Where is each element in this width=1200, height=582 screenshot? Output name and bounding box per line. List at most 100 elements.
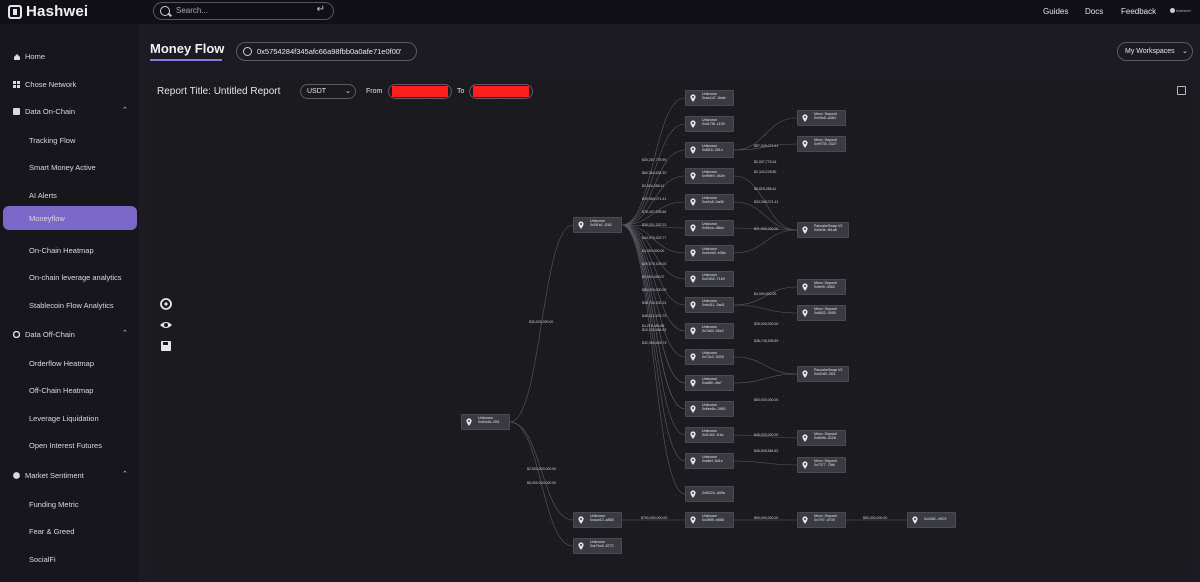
edge-amount-label: $5,825,288.41 [754, 187, 777, 191]
node-address-label: 0xd17f8..c109 [702, 122, 725, 127]
node-address-label: 0x7a04..0be2 [702, 329, 724, 334]
wallet-node[interactable]: Mexc: Deposit 0x7377..78fd [797, 457, 846, 473]
wallet-node[interactable]: Unknown 0x23f32..71b9 [685, 271, 734, 287]
node-address-label: 0x5eca..d8bd [702, 226, 724, 231]
node-address-label: 0xeb4d0..e06e [702, 251, 726, 256]
wallet-pin-icon [690, 146, 696, 154]
wallet-pin-icon [802, 114, 808, 122]
wallet-node[interactable]: 0x4082..49C9 [907, 512, 956, 528]
edge-amount-label: $2,343,228.80 [754, 170, 777, 174]
node-address-label: 0xe2c8..0a06 [702, 200, 724, 205]
edge-amount-label: $10,326,984.93 [642, 328, 667, 332]
node-address-label: 0x4082..49C9 [924, 517, 947, 521]
wallet-node[interactable]: Unknown 0x3f6f9..e868 [685, 512, 734, 528]
wallet-pin-icon [690, 457, 696, 465]
wallet-pin-icon [912, 516, 918, 524]
edge-amount-label: $21,000,000.00 [754, 227, 779, 231]
wallet-node[interactable]: 0xf0224..a05a [685, 486, 734, 502]
wallet-node[interactable]: Unknown 0xb3c6c..f2f4 [461, 414, 510, 430]
edge-amount-label: $26,000,000.00 [754, 322, 779, 326]
wallet-pin-icon [690, 198, 696, 206]
wallet-node[interactable]: Unknown 0xe2c8..0a06 [685, 194, 734, 210]
flow-edge [733, 286, 798, 306]
wallet-node[interactable]: Unknown 0xeb4d0..e06e [685, 245, 734, 261]
node-address-label: 0x6ee6c..2892 [702, 407, 726, 412]
wallet-pin-icon [802, 226, 808, 234]
edge-amount-label: $30,287,775.99 [642, 158, 667, 162]
wallet-node[interactable]: Unknown 0x5f1b1..f262 [573, 217, 622, 233]
wallet-node[interactable]: Mexc: Deposit 0x8632..0955 [797, 305, 846, 321]
wallet-node[interactable]: Mexc: Deposit 0x9f730..0327 [797, 136, 846, 152]
edge-amount-label: $50,000,000.00 [754, 516, 779, 520]
edge-amount-label: $38,745,535.89 [754, 339, 779, 343]
edge-amount-label: $44,976,322.77 [642, 236, 667, 240]
wallet-node[interactable]: Mexc: Deposit 0x8f4fb..0228 [797, 430, 846, 446]
wallet-node[interactable]: Unknown 0x8f18..2814 [685, 142, 734, 158]
node-address-label: 0x70f7..d705 [814, 518, 835, 523]
wallet-pin-icon [690, 379, 696, 387]
node-address-label: 0x8f4fb..0228 [814, 436, 836, 441]
node-address-label: 0xfe09..4083 [814, 285, 835, 290]
edge-amount-label: $32,394,415.73 [642, 341, 667, 345]
node-address-label: 0xa8ef..8d1e [702, 459, 723, 464]
wallet-node[interactable]: Unknown 0x7a04..0be2 [685, 323, 734, 339]
edge-amount-label: $4,000,465.07 [642, 275, 665, 279]
edge-amount-label: $6,000,000,000.00 [527, 481, 557, 485]
wallet-node[interactable]: Mexc: Deposit 0xfe09..4083 [797, 279, 846, 295]
wallet-node[interactable]: Unknown 0xfe411..3ad1 [685, 297, 734, 313]
wallet-node[interactable]: Unknown 0xe7bc6..8772 [573, 538, 622, 554]
node-address-label: 0xaca13..a858 [590, 518, 614, 523]
wallet-pin-icon [802, 140, 808, 148]
wallet-pin-icon [690, 327, 696, 335]
node-address-label: 0x3f6f9..e868 [702, 518, 724, 523]
edge-amount-label: $29,964,071.41 [642, 197, 667, 201]
edge-amount-label: $50,000,000.00 [754, 398, 779, 402]
wallet-pin-icon [690, 224, 696, 232]
edge-amount-label: $60,364,631.30 [642, 171, 667, 175]
edge-amount-label: $750,000,000.00 [641, 516, 668, 520]
flow-edges [509, 97, 907, 547]
edge-amount-label: $2,000,000,000.00 [527, 467, 557, 471]
wallet-node[interactable]: Unknown 0x6ee6c..2892 [685, 401, 734, 417]
wallet-node[interactable]: Unknown 0xaca13..a858 [573, 512, 622, 528]
edge-amount-label: $57,349,071.41 [754, 144, 779, 148]
wallet-node[interactable]: Mexc: Deposit 0x70f7..d705 [797, 512, 846, 528]
wallet-pin-icon [802, 434, 808, 442]
wallet-pin-icon [690, 249, 696, 257]
wallet-pin-icon [690, 94, 696, 102]
node-address-label: 0x8632..0955 [814, 311, 836, 316]
wallet-node[interactable]: Unknown 0xf1402..f1bc [685, 427, 734, 443]
wallet-pin-icon [690, 275, 696, 283]
flow-edge [509, 421, 574, 521]
node-address-label: 0xaf80..4fa7 [702, 381, 722, 386]
edge-amount-label: $30,331,322.22 [642, 223, 667, 227]
node-address-label: 0xe7bc6..8772 [590, 544, 614, 549]
wallet-pin-icon [690, 120, 696, 128]
wallet-node[interactable]: PancakeSwap V2 0x0e3e..f61a8 [797, 222, 849, 238]
node-address-label: 0xf1402..f1bc [702, 433, 724, 438]
node-address-label: 0x5f1b1..f262 [590, 223, 612, 228]
node-address-label: 0xb3c6c..f2f4 [478, 420, 500, 425]
wallet-pin-icon [690, 301, 696, 309]
wallet-node[interactable]: Unknown 0xa8ef..8d1e [685, 453, 734, 469]
node-address-label: 0x4OcB..3f21 [814, 372, 836, 377]
node-address-label: 0x00e8..a364 [814, 116, 836, 121]
wallet-pin-icon [690, 490, 696, 498]
edge-amount-label: $2,007,775.44 [754, 160, 777, 164]
wallet-node[interactable]: Unknown 0xd17f8..c109 [685, 116, 734, 132]
wallet-node[interactable]: Mexc: Deposit 0x00e8..a364 [797, 110, 846, 126]
wallet-node[interactable]: Unknown 0x73c3..3028 [685, 349, 734, 365]
node-address-label: 0x8f18..2814 [702, 148, 723, 153]
wallet-node[interactable]: Unknown 0xaf80..4fa7 [685, 375, 734, 391]
wallet-node[interactable]: Unknown 0xac1d7..4bde [685, 90, 734, 106]
node-address-label: 0x0e3e..f61a8 [814, 228, 837, 233]
wallet-node[interactable]: Unknown 0x5eca..d8bd [685, 220, 734, 236]
wallet-node[interactable]: PancakeSwap V2 0x4OcB..3f21 [797, 366, 849, 382]
edge-amount-label: $33,348,071.41 [754, 200, 779, 204]
node-address-label: 0x9f730..0327 [814, 142, 837, 147]
wallet-pin-icon [802, 516, 808, 524]
wallet-pin-icon [466, 418, 472, 426]
wallet-node[interactable]: Unknown 0xf99e0..0b2e [685, 168, 734, 184]
wallet-pin-icon [802, 370, 808, 378]
edge-amount-label: $4,050,000.00 [642, 249, 665, 253]
